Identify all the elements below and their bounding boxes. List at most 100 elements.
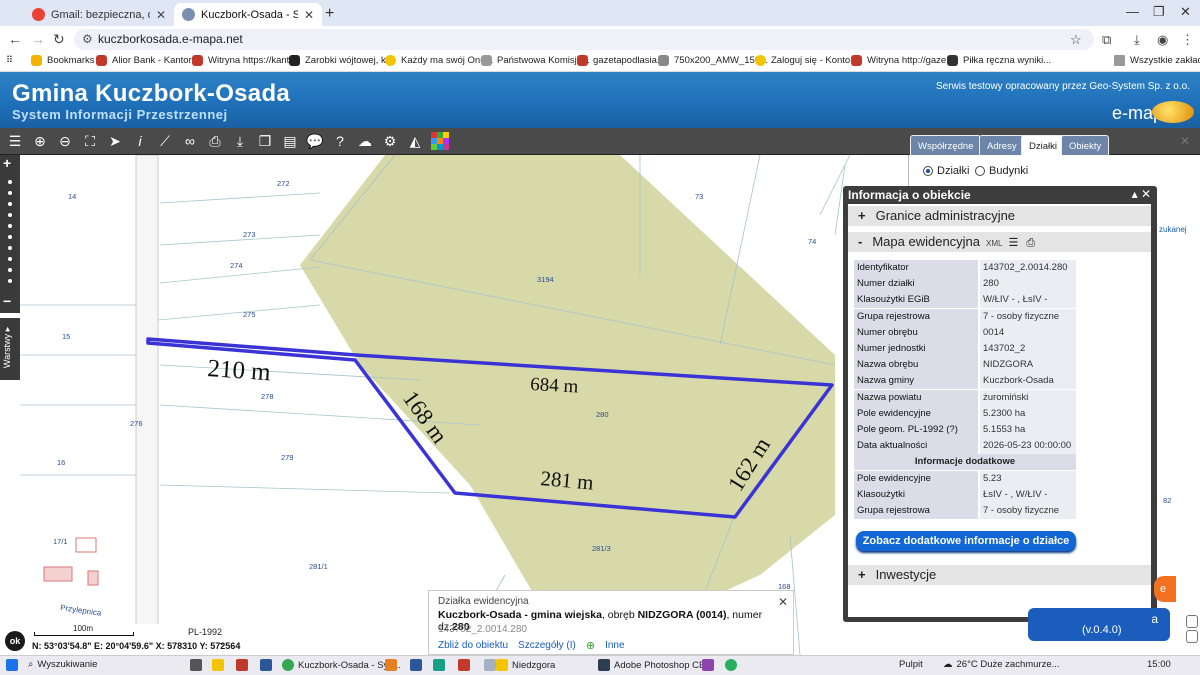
taskbar-app-photoshop[interactable]: Adobe Photoshop CE xyxy=(598,659,705,671)
profile-icon[interactable]: ◉ xyxy=(1157,32,1168,48)
layers-toggle[interactable]: Warstwy ▸ xyxy=(0,318,20,380)
bookmark[interactable]: Zaloguj się - Konto... xyxy=(755,55,858,66)
zoom-step[interactable] xyxy=(8,180,12,184)
side-button[interactable] xyxy=(1186,615,1198,628)
taskbar-app-icon[interactable] xyxy=(702,659,714,671)
partial-link[interactable]: zukanej xyxy=(1159,225,1187,234)
search-box[interactable]: ⌕ Wyszukiwanie xyxy=(28,659,97,670)
shape-icon[interactable]: ◭ xyxy=(405,131,425,151)
taskbar-app-icon[interactable] xyxy=(433,659,445,671)
zoom-step[interactable] xyxy=(8,235,12,239)
radio-budynki[interactable]: Budynki xyxy=(975,165,1028,177)
copy-icon[interactable]: ❐ xyxy=(255,131,275,151)
print-icon[interactable]: ⎙ xyxy=(1026,237,1035,249)
close-icon[interactable]: ✕ xyxy=(156,8,166,22)
bookmark[interactable]: Witryna http://gaze... xyxy=(851,55,954,66)
taskbar-app-icon[interactable] xyxy=(725,659,737,671)
pointer-icon[interactable]: ➤ xyxy=(105,131,125,151)
close-icon[interactable]: ✕ xyxy=(1180,134,1190,148)
minimize-icon[interactable]: — xyxy=(1126,4,1139,19)
taskbar-app-icon[interactable] xyxy=(458,659,470,671)
zoom-extent-icon[interactable]: ⛶ xyxy=(80,131,100,151)
reload-icon[interactable]: ↻ xyxy=(53,31,65,48)
more-info-button[interactable]: Zobacz dodatkowe informacje o działce xyxy=(856,531,1076,551)
zoom-step[interactable] xyxy=(8,224,12,228)
bookmark[interactable]: gazetapodlasia.pl xyxy=(577,55,667,66)
bookmark[interactable]: 750x200_AMW_150... xyxy=(658,55,768,66)
zoom-step[interactable] xyxy=(8,191,12,195)
star-icon[interactable]: ☆ xyxy=(1070,32,1082,48)
download-icon[interactable]: ⤓ xyxy=(230,131,250,151)
version-button[interactable]: a (v.0.4.0) xyxy=(1028,608,1170,641)
side-button[interactable] xyxy=(1186,630,1198,643)
zoom-slider[interactable]: + − xyxy=(0,155,20,313)
taskbar-app-folder[interactable]: Niedzgora xyxy=(496,659,555,671)
close-icon[interactable]: ✕ xyxy=(778,595,788,609)
zoom-step[interactable] xyxy=(8,268,12,272)
close-window-icon[interactable]: ✕ xyxy=(1180,4,1191,20)
forward-icon[interactable]: → xyxy=(31,31,45,47)
all-bookmarks[interactable]: Wszystkie zakładki xyxy=(1114,55,1200,66)
maximize-icon[interactable]: ❐ xyxy=(1153,4,1165,20)
zoom-out-icon[interactable]: ⊖ xyxy=(55,131,75,151)
start-icon[interactable] xyxy=(6,659,18,671)
details-link[interactable]: Szczegóły (I) xyxy=(518,640,576,651)
section-mapa[interactable]: - Mapa ewidencyjna XML ☰ ⎙ xyxy=(848,232,1151,252)
pdf-icon[interactable] xyxy=(236,659,248,671)
orange-button[interactable]: e xyxy=(1154,576,1176,602)
zoom-to-object-link[interactable]: Zbliż do obiektu xyxy=(438,640,508,651)
taskbar-app-icon[interactable] xyxy=(484,659,496,671)
tab-adresy[interactable]: Adresy xyxy=(979,135,1025,156)
menu-icon[interactable]: ⋮ xyxy=(1181,32,1194,48)
settings-icon[interactable]: ⚙ xyxy=(380,131,400,151)
comment-icon[interactable]: 💬 xyxy=(305,131,325,151)
zoom-step[interactable] xyxy=(8,257,12,261)
section-inwestycje[interactable]: + Inwestycje xyxy=(848,565,1151,585)
url-field[interactable]: ⚙ kuczborkosada.e-mapa.net xyxy=(74,29,1094,50)
plus-icon[interactable]: ⊕ xyxy=(586,639,595,652)
tab-dzialki[interactable]: Działki xyxy=(1021,135,1065,156)
close-icon[interactable]: ✕ xyxy=(1141,187,1151,201)
other-link[interactable]: Inne xyxy=(605,640,624,651)
weather-widget[interactable]: ☁ 26°C Duże zachmurze... xyxy=(943,659,1060,670)
site-info-icon[interactable]: ⚙ xyxy=(82,29,93,50)
download-icon[interactable]: ⤓ xyxy=(1134,32,1140,48)
tab-obiekty[interactable]: Obiekty xyxy=(1061,135,1110,156)
taskbar-app-icon[interactable] xyxy=(385,659,397,671)
word-icon[interactable] xyxy=(260,659,272,671)
taskbar-app-browser[interactable]: Kuczbork-Osada - Sys... xyxy=(282,659,401,671)
list-icon[interactable]: ☰ xyxy=(1008,237,1018,249)
info-icon[interactable]: i xyxy=(130,131,150,151)
section-granice[interactable]: + Granice administracyjne xyxy=(848,206,1151,226)
apps-icon[interactable]: ⠿ xyxy=(6,55,13,66)
radio-dzialki[interactable]: Działki xyxy=(923,165,969,177)
zoom-in-icon[interactable]: ⊕ xyxy=(30,131,50,151)
back-icon[interactable]: ← xyxy=(8,31,22,47)
zoom-step[interactable] xyxy=(8,213,12,217)
zoom-step[interactable] xyxy=(8,246,12,250)
extensions-icon[interactable]: ⧉ xyxy=(1102,32,1111,48)
bookmark[interactable]: Każdy ma swój One... xyxy=(385,55,493,66)
taskbar-app-icon[interactable] xyxy=(410,659,422,671)
bookmark[interactable]: Państwowa Komisja... xyxy=(481,55,590,66)
help-icon[interactable]: ? xyxy=(330,131,350,151)
zoom-step[interactable] xyxy=(8,202,12,206)
ok-button[interactable]: ok xyxy=(5,631,25,651)
explorer-icon[interactable] xyxy=(212,659,224,671)
bookmark[interactable]: Witryna https://kant... xyxy=(192,55,297,66)
print-icon[interactable]: ⎙ xyxy=(205,131,225,151)
bookmark[interactable]: Piłka ręczna wyniki... xyxy=(947,55,1051,66)
bookmark[interactable]: Alior Bank - Kantor... xyxy=(96,55,199,66)
bookmark[interactable]: Zarobki wójtowej, kl... xyxy=(289,55,396,66)
desktop-label[interactable]: Pulpit xyxy=(899,659,923,670)
tab-wspolrzedne[interactable]: Współrzędne xyxy=(910,135,982,156)
cloud-icon[interactable]: ☁ xyxy=(355,131,375,151)
bookmark[interactable]: Bookmarks xyxy=(31,55,95,66)
collapse-icon[interactable]: ▴ xyxy=(1132,187,1138,201)
close-icon[interactable]: ✕ xyxy=(304,8,314,22)
layers-icon[interactable]: ☰ xyxy=(5,131,25,151)
clock[interactable]: 15:00 xyxy=(1147,659,1171,670)
tab-gmail[interactable]: Gmail: bezpieczna, oparta na AI ✕ xyxy=(24,3,174,26)
color-grid-icon[interactable] xyxy=(430,131,450,151)
layout-icon[interactable]: ▤ xyxy=(280,131,300,151)
